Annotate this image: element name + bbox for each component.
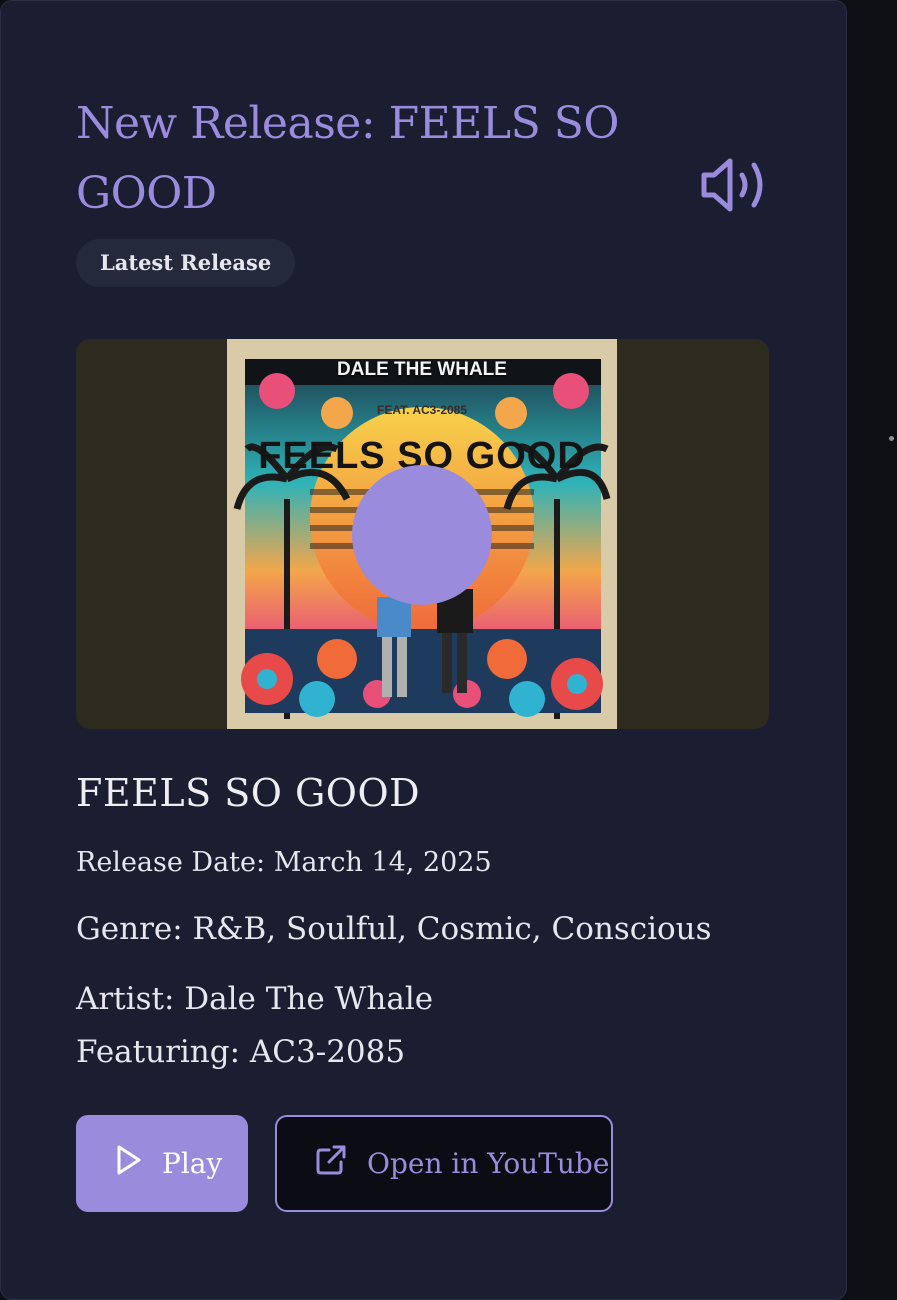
featuring: Featuring: AC3-2085 [76, 1034, 406, 1070]
volume-icon[interactable] [700, 157, 770, 213]
cover-artist-text: DALE THE WHALE [337, 359, 507, 380]
genre: Genre: R&B, Soulful, Cosmic, Conscious [76, 911, 712, 947]
open-in-youtube-button[interactable]: Open in YouTube [275, 1115, 613, 1212]
play-button-label: Play [162, 1147, 223, 1180]
external-link-icon [315, 1144, 367, 1183]
play-button[interactable]: Play [76, 1115, 248, 1212]
latest-release-badge: Latest Release [76, 239, 296, 287]
release-date: Release Date: March 14, 2025 [76, 847, 492, 878]
play-icon [116, 1144, 162, 1183]
song-title: FEELS SO GOOD [76, 771, 421, 815]
page-title: New Release: FEELS SO GOOD [76, 98, 619, 220]
release-card: New Release: FEELS SO GOOD Latest Releas… [0, 0, 847, 1300]
artist: Artist: Dale The Whale [76, 981, 434, 1017]
scroll-indicator [889, 436, 894, 441]
cover-feat-text: FEAT. AC3-2085 [376, 403, 468, 417]
youtube-button-label: Open in YouTube [367, 1147, 610, 1180]
video-player[interactable]: DALE THE WHALE FEAT. AC3-2085 FEELS SO G… [76, 339, 769, 729]
play-overlay-icon[interactable] [352, 465, 492, 605]
